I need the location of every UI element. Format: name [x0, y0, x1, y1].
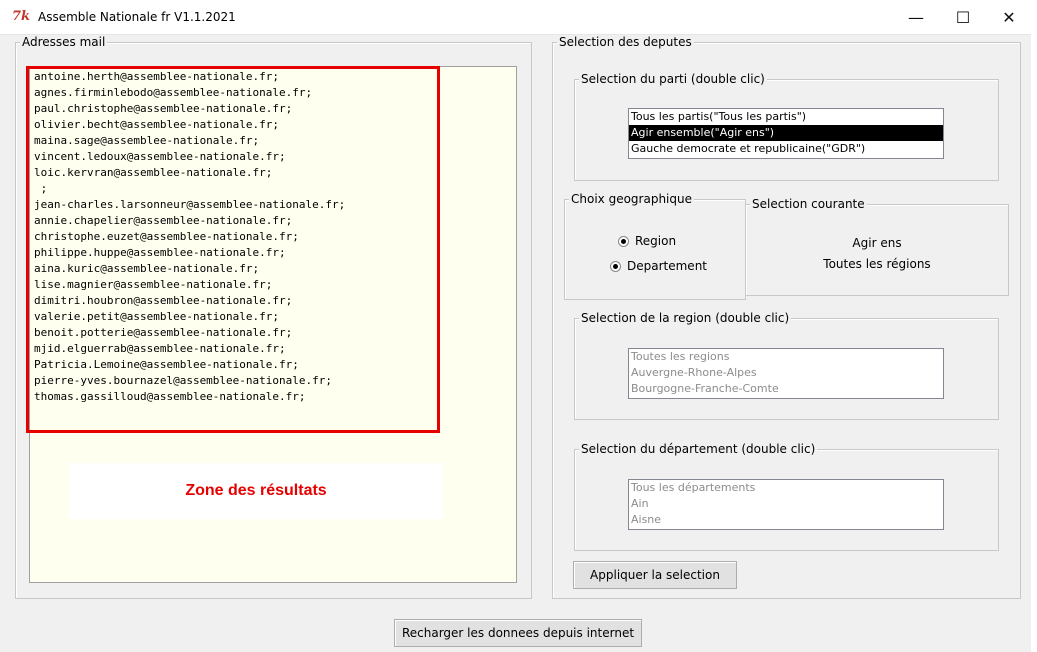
courante-parti: Agir ens	[852, 236, 902, 250]
region-label: Selection de la region (double clic)	[579, 311, 792, 325]
window-edge	[1031, 34, 1037, 652]
results-zone-label: Zone des résultats	[185, 482, 327, 499]
results-highlight-box	[26, 66, 440, 433]
departement-item[interactable]: Aisne	[629, 512, 943, 528]
departement-radio[interactable]: Departement	[610, 259, 707, 273]
appliquer-button[interactable]: Appliquer la selection	[573, 561, 737, 589]
recharger-button[interactable]: Recharger les donnees depuis internet	[394, 619, 642, 647]
tk-app-icon: 7k	[12, 9, 31, 24]
region-item[interactable]: Auvergne-Rhone-Alpes	[629, 365, 943, 381]
courante-label: Selection courante	[750, 197, 867, 211]
departement-item[interactable]: Ain	[629, 496, 943, 512]
departement-listbox[interactable]: Tous les départements Ain Aisne	[628, 479, 944, 530]
parti-item[interactable]: Gauche democrate et republicaine("GDR")	[629, 141, 943, 157]
parti-item[interactable]: Tous les partis("Tous les partis")	[629, 109, 943, 125]
courante-region: Toutes les régions	[823, 257, 931, 271]
region-listbox[interactable]: Toutes les regions Auvergne-Rhone-Alpes …	[628, 348, 944, 399]
parti-label: Selection du parti (double clic)	[579, 72, 767, 86]
departement-item[interactable]: Tous les départements	[629, 480, 943, 496]
departement-radio-label: Departement	[627, 259, 707, 273]
maximize-button[interactable]: ☐	[940, 0, 986, 34]
close-button[interactable]: ✕	[986, 0, 1032, 34]
region-radio-label: Region	[635, 234, 677, 248]
minimize-button[interactable]: —	[893, 0, 939, 34]
deputes-label: Selection des deputes	[557, 35, 694, 49]
region-item[interactable]: Toutes les regions	[629, 349, 943, 365]
adresses-mail-label: Adresses mail	[20, 35, 108, 49]
courante-frame	[745, 204, 1009, 296]
parti-item-selected[interactable]: Agir ensemble("Agir ens")	[629, 125, 943, 141]
results-zone-callout: Zone des résultats	[69, 463, 443, 519]
departement-label: Selection du département (double clic)	[579, 442, 818, 456]
region-radio[interactable]: Region	[618, 234, 676, 248]
parti-listbox[interactable]: Tous les partis("Tous les partis") Agir …	[628, 108, 944, 159]
radio-dot-icon	[610, 260, 621, 272]
geo-frame	[564, 199, 746, 300]
window-title: Assemble Nationale fr V1.1.2021	[38, 10, 236, 24]
geo-label: Choix geographique	[569, 192, 694, 206]
radio-dot-icon	[618, 235, 629, 247]
region-item[interactable]: Bourgogne-Franche-Comte	[629, 381, 943, 397]
